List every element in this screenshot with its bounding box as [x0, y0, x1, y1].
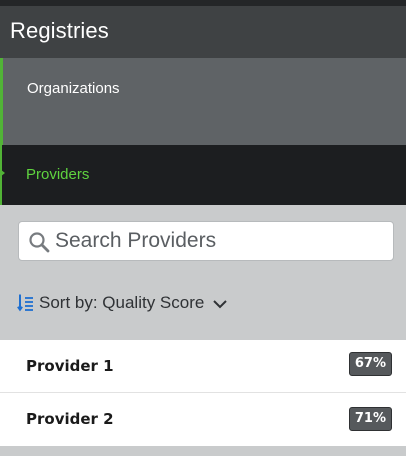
sort-dropdown[interactable]: Sort by: Quality Score	[17, 291, 228, 315]
sort-ascending-icon	[17, 294, 33, 312]
provider-name: Provider 2	[26, 410, 114, 428]
registries-panel: Registries Organizations Providers So	[0, 0, 406, 456]
search-input[interactable]	[55, 222, 387, 260]
page-title: Registries	[10, 18, 109, 43]
nav-item-providers[interactable]: Providers	[0, 145, 406, 205]
active-indicator-icon	[0, 169, 5, 177]
header: Registries	[0, 0, 406, 58]
provider-list: Provider 1 67% Provider 2 71%	[0, 340, 406, 447]
quality-score-badge: 67%	[348, 352, 392, 376]
search-box[interactable]	[18, 221, 394, 261]
nav-item-label: Organizations	[27, 80, 120, 97]
sort-label: Sort by: Quality Score	[39, 293, 205, 312]
filter-panel: Sort by: Quality Score	[0, 205, 406, 340]
provider-name: Provider 1	[26, 357, 114, 375]
chevron-down-icon	[213, 299, 228, 308]
nav-item-organizations[interactable]: Organizations	[0, 58, 406, 145]
nav-item-label: Providers	[26, 166, 90, 183]
list-footer	[0, 446, 406, 456]
provider-row[interactable]: Provider 2 71%	[0, 393, 406, 447]
quality-score-badge: 71%	[348, 407, 392, 431]
provider-row[interactable]: Provider 1 67%	[0, 340, 406, 393]
search-icon	[29, 232, 50, 253]
